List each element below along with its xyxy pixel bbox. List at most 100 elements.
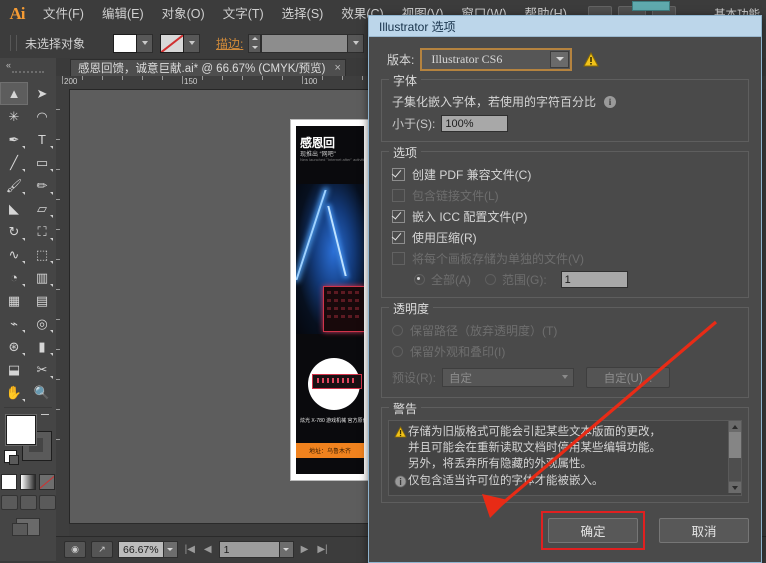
draw-normal-icon[interactable]: [0, 495, 18, 510]
rectangle-tool[interactable]: ▭: [28, 151, 56, 174]
search-chip[interactable]: [632, 1, 670, 11]
menu-object[interactable]: 对象(O): [153, 0, 214, 28]
close-icon[interactable]: ×: [334, 62, 340, 74]
share-icon[interactable]: ↗: [91, 541, 113, 558]
last-artboard-button[interactable]: ▶|: [315, 544, 329, 555]
version-select[interactable]: Illustrator CS6: [420, 47, 573, 71]
prev-artboard-button[interactable]: ◀: [202, 544, 214, 555]
lasso-tool[interactable]: ◠: [28, 105, 56, 128]
type-tool[interactable]: T: [28, 128, 56, 151]
checkbox-save-each-artboard[interactable]: 将每个画板存储为单独的文件(V): [392, 248, 738, 269]
checkbox-embed-icc-profile[interactable]: 嵌入 ICC 配置文件(P): [392, 206, 738, 227]
zoom-dropdown-icon[interactable]: [163, 541, 178, 558]
preset-select[interactable]: 自定: [442, 368, 574, 387]
toolbox-collapse-button[interactable]: «: [0, 58, 56, 71]
fill-swatch[interactable]: [113, 33, 138, 53]
paintbrush-tool[interactable]: 🖌: [0, 174, 28, 197]
none-mode-icon[interactable]: [39, 474, 55, 490]
slice-tool[interactable]: ✂: [28, 358, 56, 381]
next-artboard-button[interactable]: ▶: [299, 544, 311, 555]
control-bar-grip[interactable]: [10, 35, 17, 51]
selection-tool[interactable]: ▲: [0, 82, 28, 105]
warning-scrollbar[interactable]: [728, 421, 741, 493]
hand-tool[interactable]: ✋: [0, 381, 28, 404]
poster-address-text: 地址：乌鲁木齐: [308, 449, 351, 455]
zoom-tool[interactable]: 🔍: [28, 381, 56, 404]
checkbox-use-compression[interactable]: 使用压缩(R): [392, 227, 738, 248]
artboard-tool[interactable]: ⬓: [0, 358, 28, 381]
draw-inside-icon[interactable]: [38, 495, 56, 510]
stroke-weight-label[interactable]: 描边:: [216, 35, 243, 52]
cancel-button[interactable]: 取消: [659, 518, 749, 543]
scrollbar-thumb[interactable]: [729, 432, 741, 458]
stroke-dropdown-icon[interactable]: [184, 33, 201, 53]
radio-preserve-appearance[interactable]: 保留外观和叠印(I): [392, 341, 738, 362]
gradient-tool[interactable]: ▤: [28, 289, 56, 312]
vertical-ruler[interactable]: [56, 89, 70, 536]
custom-button[interactable]: 自定(U)...: [586, 367, 670, 388]
perspective-grid-tool[interactable]: ▥: [28, 266, 56, 289]
radio-dot: [414, 274, 425, 285]
radio-range-custom[interactable]: 范围(G):: [485, 271, 547, 288]
direct-selection-tool[interactable]: ➤: [28, 82, 56, 105]
eraser-tool[interactable]: ▱: [28, 197, 56, 220]
info-icon[interactable]: i: [604, 96, 617, 108]
checkbox-include-linked-files[interactable]: 包含链接文件(L): [392, 185, 738, 206]
fonts-description-row: 子集化嵌入字体，若使用的字符百分比 i: [392, 92, 738, 112]
menu-type[interactable]: 文字(T): [214, 0, 273, 28]
draw-behind-icon[interactable]: [19, 495, 37, 510]
document-tab[interactable]: 感恩回馈，诚意巨献.ai* @ 66.67% (CMYK/预览) ×: [70, 59, 346, 77]
app-logo-icon: Ai: [9, 4, 26, 23]
default-fill-stroke-icon[interactable]: [4, 450, 19, 465]
free-transform-tool[interactable]: ⬚: [28, 243, 56, 266]
gradient-mode-icon[interactable]: [20, 474, 36, 490]
chevron-down-icon[interactable]: [550, 50, 570, 68]
mesh-tool[interactable]: ▦: [0, 289, 28, 312]
blob-brush-tool[interactable]: ◣: [0, 197, 28, 220]
stroke-swatch[interactable]: [160, 33, 185, 53]
menu-select[interactable]: 选择(S): [273, 0, 333, 28]
swap-fill-stroke-icon[interactable]: [41, 412, 52, 423]
menu-file[interactable]: 文件(F): [34, 0, 93, 28]
symbol-sprayer-tool[interactable]: ⊛: [0, 335, 28, 358]
checkbox-create-pdf-compatible[interactable]: 创建 PDF 兼容文件(C): [392, 164, 738, 185]
scale-tool[interactable]: ⛶: [28, 220, 56, 243]
double-chevron-left-icon: «: [6, 59, 11, 70]
magic-wand-tool[interactable]: ✳: [0, 105, 28, 128]
stroke-weight-stepper[interactable]: [248, 33, 262, 53]
fill-color-box[interactable]: [6, 415, 36, 445]
zoom-level-value[interactable]: 66.67%: [118, 541, 164, 558]
warning-box: 存储为旧版格式可能会引起某些文本版面的更改， 并且可能会在重新读取文档时停用某些…: [388, 420, 742, 496]
stroke-weight-dropdown-icon[interactable]: [348, 33, 365, 53]
artboard-number-value[interactable]: 1: [218, 541, 280, 558]
fill-dropdown-icon[interactable]: [137, 33, 154, 53]
color-mode-icon[interactable]: [1, 474, 17, 490]
ok-button[interactable]: 确定: [548, 518, 638, 543]
artboard[interactable]: 感恩回 现推出 “网吧" New launched "Internet afte…: [291, 120, 369, 480]
menu-edit[interactable]: 编辑(E): [93, 0, 153, 28]
eyedropper-tool[interactable]: ⌁: [0, 312, 28, 335]
screen-mode-button[interactable]: [0, 518, 56, 536]
radio-preserve-paths[interactable]: 保留路径（放弃透明度）(T): [392, 320, 738, 341]
first-artboard-button[interactable]: |◀: [183, 544, 197, 555]
range-input[interactable]: 1: [560, 271, 628, 288]
pencil-tool[interactable]: ✏: [28, 174, 56, 197]
blend-tool[interactable]: ◎: [28, 312, 56, 335]
line-segment-tool[interactable]: ╱: [0, 151, 28, 174]
version-label: 版本:: [387, 52, 415, 67]
radio-range-all[interactable]: 全部(A): [414, 271, 471, 288]
threshold-input[interactable]: 100%: [441, 115, 509, 132]
column-graph-tool[interactable]: ▮: [28, 335, 56, 358]
toolbox-grip[interactable]: [12, 71, 44, 82]
warning-line-1: 存储为旧版格式可能会引起某些文本版面的更改，: [408, 426, 661, 438]
scroll-down-icon[interactable]: [729, 481, 741, 493]
pen-tool[interactable]: ✒: [0, 128, 28, 151]
chevron-down-icon[interactable]: [557, 370, 572, 383]
rotate-tool[interactable]: ↻: [0, 220, 28, 243]
stroke-weight-combo[interactable]: [261, 33, 349, 53]
info-icon: [394, 475, 408, 491]
shape-builder-tool[interactable]: ◔: [0, 266, 28, 289]
artboard-dropdown-icon[interactable]: [279, 541, 294, 558]
width-tool[interactable]: ∿: [0, 243, 28, 266]
preview-toggle-icon[interactable]: ◉: [64, 541, 86, 558]
